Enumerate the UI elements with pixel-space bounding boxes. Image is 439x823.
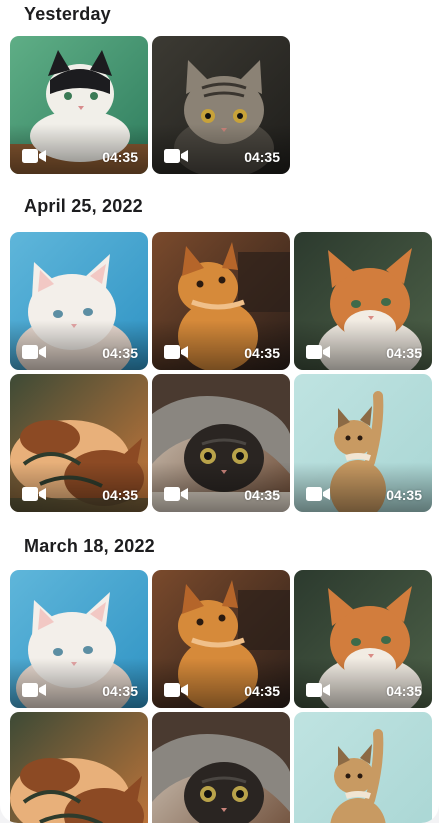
video-thumbnail[interactable] [152, 712, 290, 823]
grey-cat-under-blanket-thumbnail-image [152, 712, 290, 823]
section-date-heading: Yesterday [24, 4, 111, 24]
section-date-heading: March 18, 2022 [24, 536, 155, 556]
section-date-heading: April 25, 2022 [24, 196, 143, 216]
video-duration: 04:35 [244, 345, 280, 361]
video-thumbnail[interactable]: 04:35 [294, 232, 432, 370]
kitten-raising-paw-thumbnail-image [294, 712, 432, 823]
video-thumbnail[interactable]: 04:35 [10, 374, 148, 512]
video-thumbnail[interactable]: 04:35 [10, 570, 148, 708]
video-thumbnail[interactable]: 04:35 [152, 374, 290, 512]
video-camera-icon [164, 683, 188, 697]
video-camera-icon [306, 487, 330, 501]
video-thumbnail[interactable] [10, 712, 148, 823]
video-duration: 04:35 [102, 683, 138, 699]
video-duration: 04:35 [244, 683, 280, 699]
video-camera-icon [306, 683, 330, 697]
video-duration: 04:35 [244, 149, 280, 165]
video-thumbnail[interactable]: 04:35 [152, 36, 290, 174]
video-thumbnail[interactable]: 04:35 [152, 570, 290, 708]
video-duration: 04:35 [244, 487, 280, 503]
video-camera-icon [22, 345, 46, 359]
video-duration: 04:35 [386, 683, 422, 699]
video-camera-icon [164, 149, 188, 163]
video-camera-icon [22, 149, 46, 163]
video-thumbnail[interactable]: 04:35 [152, 232, 290, 370]
video-thumbnail[interactable]: 04:35 [10, 36, 148, 174]
ginger-cat-lying-thumbnail-image [10, 712, 148, 823]
video-camera-icon [306, 345, 330, 359]
video-duration: 04:35 [102, 345, 138, 361]
video-camera-icon [22, 487, 46, 501]
video-camera-icon [164, 345, 188, 359]
video-gallery: Yesterday 04:35 04:35 April 25, 2022 04:35 04… [0, 0, 439, 823]
video-duration: 04:35 [102, 149, 138, 165]
video-duration: 04:35 [386, 487, 422, 503]
video-duration: 04:35 [102, 487, 138, 503]
video-camera-icon [22, 683, 46, 697]
video-duration: 04:35 [386, 345, 422, 361]
video-camera-icon [164, 487, 188, 501]
video-thumbnail[interactable]: 04:35 [294, 374, 432, 512]
video-thumbnail[interactable]: 04:35 [10, 232, 148, 370]
video-thumbnail[interactable] [294, 712, 432, 823]
video-thumbnail[interactable]: 04:35 [294, 570, 432, 708]
